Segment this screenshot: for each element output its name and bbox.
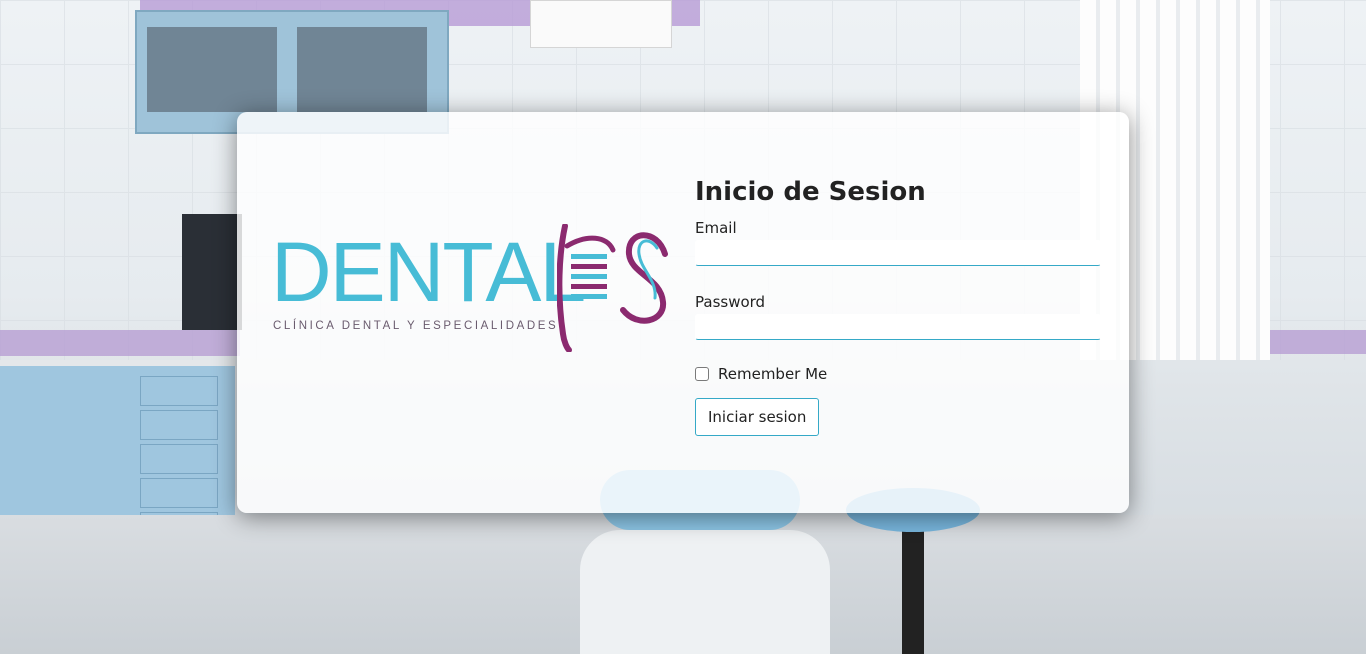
- remember-me-row[interactable]: Remember Me: [695, 364, 1101, 384]
- password-field[interactable]: [695, 314, 1101, 340]
- drawer: [140, 376, 218, 406]
- dental-chair-base: [580, 530, 830, 654]
- wall-stripe: [0, 330, 240, 356]
- login-card: DENTAL CLÍNICA DENTAL Y ESPECIALIDADES I…: [237, 112, 1129, 513]
- page-title: Inicio de Sesion: [695, 177, 926, 207]
- stool-post: [902, 530, 924, 654]
- logo-wordmark: DENTAL: [271, 225, 586, 319]
- login-form: Inicio de Sesion Email Password Remember…: [695, 172, 1101, 436]
- logo-es-mark-icon: [557, 224, 668, 352]
- logo: DENTAL CLÍNICA DENTAL Y ESPECIALIDADES: [271, 224, 675, 356]
- air-conditioner: [530, 0, 672, 48]
- remember-me-checkbox[interactable]: [695, 367, 709, 381]
- remember-me-label: Remember Me: [718, 365, 828, 383]
- drawer: [140, 444, 218, 474]
- email-label: Email: [695, 219, 737, 237]
- login-button[interactable]: Iniciar sesion: [695, 398, 820, 436]
- drawer: [140, 478, 218, 508]
- monitor: [182, 214, 242, 330]
- password-label: Password: [695, 293, 766, 311]
- email-field[interactable]: [695, 240, 1101, 266]
- logo-subtitle: CLÍNICA DENTAL Y ESPECIALIDADES: [273, 320, 559, 332]
- drawer: [140, 410, 218, 440]
- cabinet-glass: [297, 27, 427, 112]
- cabinet-glass: [147, 27, 277, 112]
